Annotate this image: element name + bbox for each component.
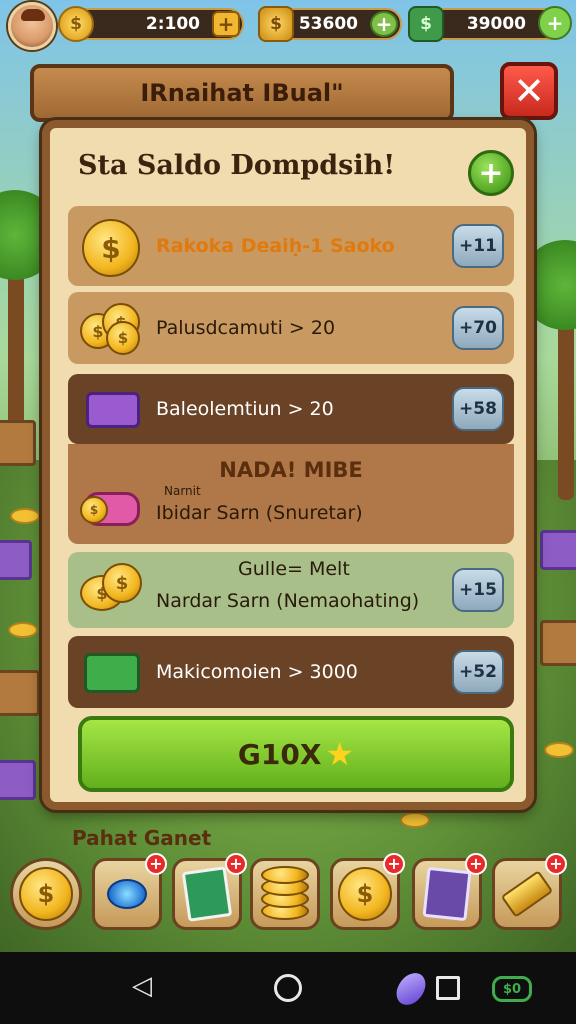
- background-crate: [0, 670, 40, 716]
- reward-dialog: Sta Saldo Dompdsih! + $ Rakoka Deaiḥ-1 S…: [42, 120, 534, 810]
- tray-item-card[interactable]: +: [172, 853, 247, 930]
- background-coin: [8, 622, 38, 638]
- featured-reward-heading: NADA! MIBE: [219, 458, 363, 482]
- reward-badge[interactable]: +52: [452, 650, 504, 694]
- notification-badge: +: [383, 853, 405, 875]
- close-button[interactable]: ✕: [500, 62, 558, 120]
- notification-badge: +: [225, 853, 247, 875]
- reward-label: Makicomoien > 3000: [156, 661, 358, 683]
- cards-icon: [422, 866, 472, 922]
- coin-icon: $: [19, 867, 73, 921]
- coins-counter: $ 2:100 +: [58, 6, 244, 42]
- cash-box-icon: [80, 643, 142, 701]
- reward-row[interactable]: Makicomoien > 3000 +52: [68, 636, 514, 708]
- add-gold-button[interactable]: +: [370, 11, 398, 37]
- chest-icon: [80, 380, 142, 438]
- cash-icon: $: [408, 6, 444, 42]
- background-chest: [0, 540, 32, 580]
- recent-apps-button[interactable]: [432, 972, 464, 1004]
- cash-icon: $0: [492, 976, 532, 1002]
- tray-item-gold-bar[interactable]: +: [492, 853, 567, 930]
- star-icon: ★: [325, 735, 355, 773]
- reward-badge[interactable]: +70: [452, 306, 504, 350]
- reward-label: Nardar Sarn (Nemaohating): [156, 590, 420, 612]
- player-avatar[interactable]: [8, 2, 56, 50]
- reward-label: Palusdcamuti > 20: [156, 317, 336, 339]
- add-cash-button[interactable]: +: [538, 6, 572, 40]
- reward-row[interactable]: $ $ $ Palusdcamuti > 20 +70: [68, 292, 514, 364]
- background-chest: [0, 760, 36, 800]
- background-coin: [544, 742, 574, 758]
- gold-counter: $ 53600 +: [258, 6, 402, 42]
- coin-icon: $: [58, 6, 94, 42]
- featured-reward-subtitle: Narnit: [164, 484, 201, 498]
- coin-icon: $: [80, 217, 142, 277]
- back-icon: ◁: [132, 971, 152, 1001]
- reward-row[interactable]: $ $ Gulle= Melt Nardar Sarn (Nemaohating…: [68, 552, 514, 628]
- add-coins-button[interactable]: +: [212, 11, 240, 37]
- notification-badge: +: [465, 853, 487, 875]
- reward-subtitle: Gulle= Melt: [238, 558, 350, 580]
- cash-label: $0: [502, 981, 522, 997]
- featured-reward-row[interactable]: NADA! MIBE $ Narnit Ibidar Sarn (Snureta…: [68, 444, 514, 544]
- background-coin: [10, 508, 40, 524]
- top-bar: $ 2:100 + $ 53600 + $ 39000 +: [0, 0, 576, 50]
- tray-item-gold-coin[interactable]: $ +: [330, 853, 405, 930]
- reward-badge[interactable]: +11: [452, 224, 504, 268]
- coins-value: 2:100: [145, 14, 200, 34]
- notification-badge: +: [545, 853, 567, 875]
- dialog-heading: Sta Saldo Dompdsih!: [78, 150, 396, 181]
- confirm-button[interactable]: G10X ★: [78, 716, 514, 792]
- add-button[interactable]: +: [468, 150, 514, 196]
- gold-bag-icon: $: [258, 6, 294, 42]
- plus-icon: +: [478, 155, 504, 191]
- cash-counter: $ 39000 +: [408, 6, 572, 42]
- tray-item-coin-stack[interactable]: [250, 858, 320, 930]
- reward-row[interactable]: $ Rakoka Deaiḥ-1 Saoko +11: [68, 206, 514, 286]
- bottom-section-label: Pahat Ganet: [72, 826, 212, 850]
- tray-item-crystal[interactable]: +: [92, 853, 167, 930]
- gold-value: 53600: [298, 14, 358, 34]
- reward-label: Baleolemtiun > 20: [156, 398, 334, 420]
- background-crate: [0, 420, 36, 466]
- reward-row[interactable]: Baleolemtiun > 20 +58: [68, 374, 514, 444]
- notification-badge: +: [145, 853, 167, 875]
- tray-item-cards[interactable]: +: [412, 853, 487, 930]
- coin-stack-icon: [261, 866, 309, 922]
- confirm-label: G10X: [237, 737, 322, 771]
- coin-icon: $: [338, 867, 392, 921]
- back-button[interactable]: ◁: [126, 970, 158, 1002]
- reward-label: Rakoka Deaiḥ-1 Saoko: [156, 235, 395, 257]
- gold-bar-icon: [500, 870, 554, 918]
- gift-roll-icon: $: [80, 486, 142, 544]
- card-icon: [181, 866, 233, 922]
- home-icon: [274, 974, 302, 1002]
- reward-badge[interactable]: +15: [452, 568, 504, 612]
- recent-apps-icon: [436, 976, 460, 1000]
- coin-stack-icon: $ $ $: [80, 299, 142, 357]
- cash-value: 39000: [466, 14, 526, 34]
- tray-item-coin[interactable]: $: [10, 858, 82, 930]
- close-icon: ✕: [513, 69, 545, 113]
- coin-pile-icon: $ $: [80, 561, 142, 619]
- dialog-title: IRnaihat IBual": [140, 79, 344, 107]
- background-chest: [540, 530, 576, 570]
- background-crate: [540, 620, 576, 666]
- reward-badge[interactable]: +58: [452, 387, 504, 431]
- home-button[interactable]: [272, 972, 304, 1004]
- background-coin: [400, 812, 430, 828]
- reward-label: Ibidar Sarn (Snuretar): [156, 502, 363, 524]
- dialog-title-banner: IRnaihat IBual": [30, 64, 454, 122]
- blue-crystal-icon: [107, 879, 147, 909]
